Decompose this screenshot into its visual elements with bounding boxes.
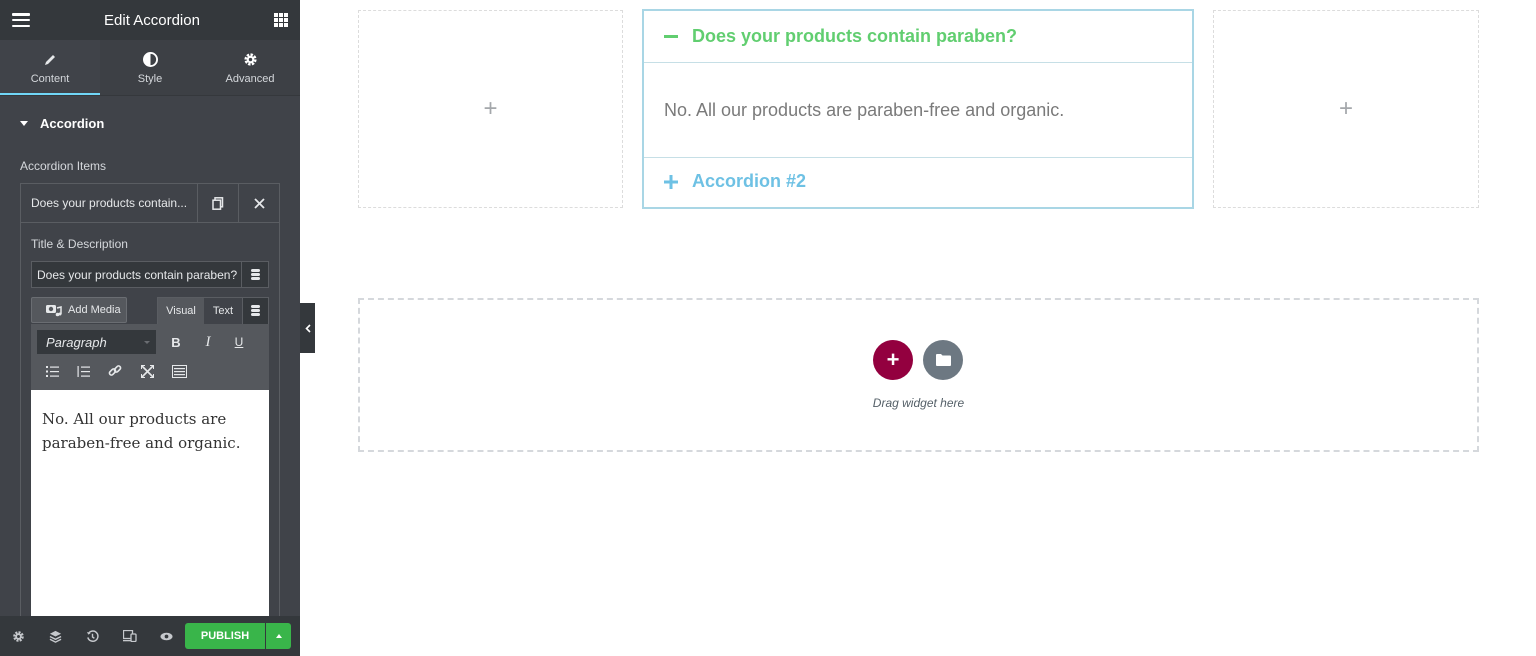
link-icon	[108, 365, 122, 376]
editor-toolbar: Paragraph B I U	[31, 324, 269, 390]
chevron-left-icon	[304, 323, 311, 333]
settings-button[interactable]	[0, 616, 37, 656]
tab-style[interactable]: Style	[100, 40, 200, 95]
accordion-title-text: Does your products contain paraben?	[692, 26, 1018, 46]
add-media-label: Add Media	[68, 304, 121, 316]
title-description-label: Title & Description	[31, 237, 128, 251]
add-media-button[interactable]: Add Media	[31, 297, 127, 323]
media-icon	[46, 305, 62, 317]
caret-up-icon	[275, 634, 282, 638]
bold-button[interactable]: B	[164, 331, 188, 353]
navigator-button[interactable]	[37, 616, 74, 656]
toolbar-toggle-button[interactable]	[167, 360, 191, 382]
accordion-widget[interactable]: Does your products contain paraben? No. …	[642, 9, 1194, 209]
italic-button[interactable]: I	[196, 331, 220, 353]
hamburger-icon[interactable]	[12, 13, 30, 27]
tab-text[interactable]: Text	[204, 298, 242, 324]
publish-button[interactable]: PUBLISH	[185, 623, 265, 649]
link-button[interactable]	[103, 360, 127, 382]
accordion-item-title[interactable]: Does your products contain paraben?	[644, 11, 1192, 63]
history-icon	[86, 629, 99, 642]
devices-icon	[122, 630, 137, 642]
chevron-down-icon	[144, 341, 150, 344]
gear-icon	[13, 630, 24, 642]
gear-icon	[243, 51, 258, 69]
copy-icon	[212, 196, 224, 210]
plus-icon	[664, 174, 678, 189]
grid-icon[interactable]	[273, 13, 288, 27]
accordion-items-repeater: Does your products contain... Title & De…	[20, 183, 280, 624]
format-select[interactable]: Paragraph	[37, 330, 156, 354]
publish-options-button[interactable]	[266, 623, 291, 649]
empty-column-add[interactable]: +	[1213, 10, 1479, 208]
duplicate-button[interactable]	[197, 184, 238, 222]
accordion-items-label: Accordion Items	[20, 159, 107, 173]
title-input[interactable]	[32, 262, 241, 287]
drag-widget-hint: Drag widget here	[872, 396, 965, 410]
history-button[interactable]	[74, 616, 111, 656]
section-title: Accordion	[40, 116, 105, 131]
accordion-title-text: Accordion #2	[692, 171, 807, 191]
repeater-item-header: Does your products contain...	[21, 184, 279, 223]
editor-panel: Edit Accordion Content Style Advanced Ac…	[0, 0, 300, 656]
eye-icon	[160, 632, 173, 640]
add-section-dropzone[interactable]: + Drag widget here	[358, 298, 1479, 452]
database-icon	[251, 305, 260, 317]
panel-title: Edit Accordion	[104, 11, 200, 29]
dynamic-tags-button[interactable]	[241, 262, 268, 287]
fullscreen-icon	[140, 364, 154, 378]
collapse-panel-button[interactable]	[300, 303, 315, 353]
accordion-item-content: No. All our products are paraben-free an…	[664, 99, 1065, 120]
half-circle-icon	[142, 51, 158, 69]
layers-icon	[49, 630, 62, 643]
tab-visual[interactable]: Visual	[158, 298, 204, 324]
close-icon	[253, 197, 265, 209]
numbered-list-button[interactable]	[71, 360, 95, 382]
fullscreen-button[interactable]	[135, 360, 159, 382]
editor-mode-tabs: Visual Text	[157, 297, 269, 324]
empty-column-add[interactable]: +	[358, 10, 623, 208]
preview-button[interactable]	[148, 616, 185, 656]
panel-footer: PUBLISH	[0, 616, 300, 656]
dynamic-tags-button[interactable]	[242, 298, 268, 324]
tab-advanced[interactable]: Advanced	[200, 40, 300, 95]
add-section-button[interactable]: +	[873, 340, 913, 380]
underline-button[interactable]: U	[227, 331, 251, 353]
pencil-icon	[43, 51, 57, 69]
caret-down-icon	[20, 121, 28, 126]
panel-header: Edit Accordion	[0, 0, 300, 40]
description-editor[interactable]: No. All our products are paraben-free an…	[31, 390, 269, 624]
folder-icon	[935, 354, 951, 366]
bullet-list-icon	[45, 365, 59, 377]
tab-content-label: Content	[30, 72, 70, 85]
database-icon	[250, 268, 260, 281]
responsive-mode-button[interactable]	[111, 616, 148, 656]
tab-style-label: Style	[137, 72, 163, 85]
panel-tabs: Content Style Advanced	[0, 40, 300, 95]
add-template-button[interactable]	[923, 340, 963, 380]
toolbar-toggle-icon	[171, 364, 187, 378]
section-accordion-toggle[interactable]: Accordion	[0, 95, 300, 151]
numbered-list-icon	[77, 365, 90, 377]
tab-content[interactable]: Content	[0, 40, 100, 95]
repeater-item-title[interactable]: Does your products contain...	[21, 184, 197, 222]
bullet-list-button[interactable]	[40, 360, 64, 382]
tab-advanced-label: Advanced	[225, 72, 275, 85]
minus-icon	[664, 34, 678, 39]
title-field-wrap	[31, 261, 269, 288]
format-select-value: Paragraph	[46, 334, 107, 350]
remove-button[interactable]	[238, 184, 279, 222]
accordion-item-title[interactable]: Accordion #2	[644, 157, 1192, 205]
